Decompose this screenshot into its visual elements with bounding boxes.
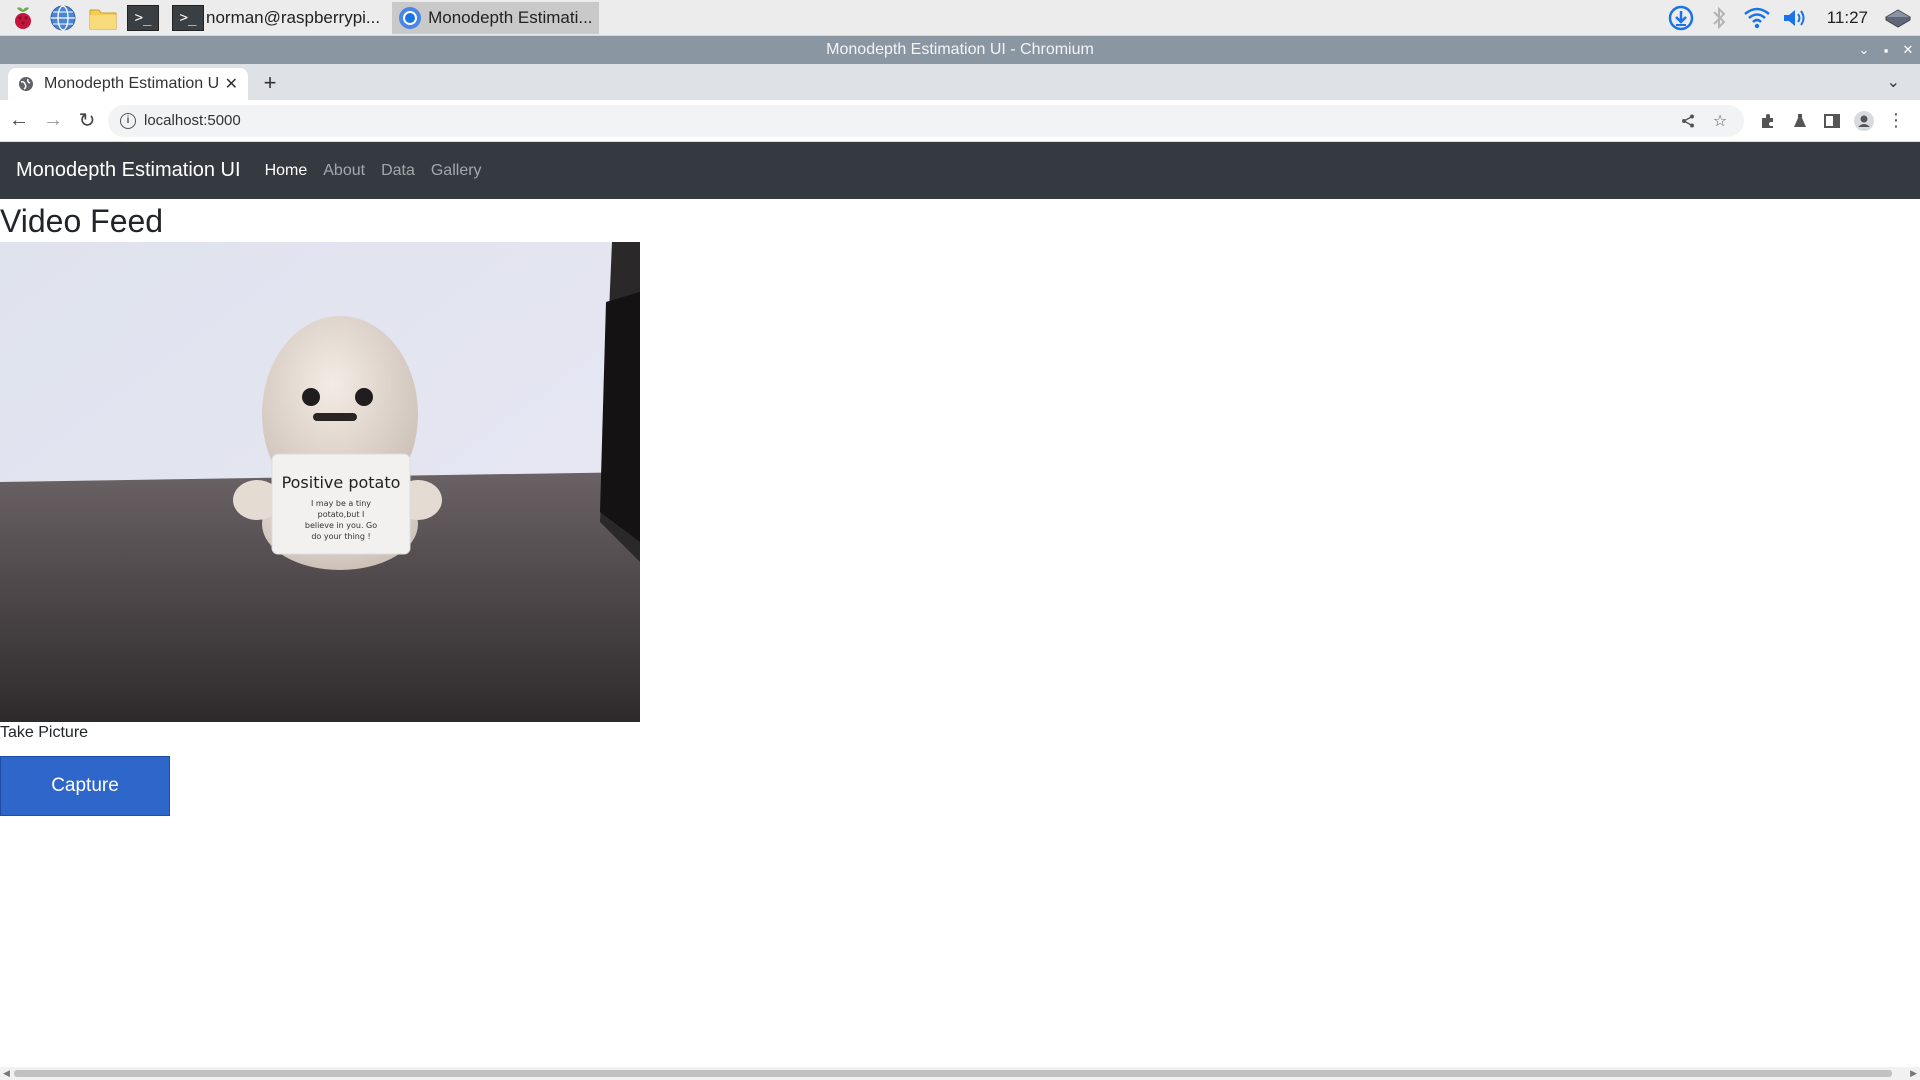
back-icon[interactable]: ← <box>4 106 34 136</box>
take-picture-label: Take Picture <box>0 724 89 741</box>
video-feed: Positive potato I may be a tiny potato,b… <box>0 242 640 722</box>
address-bar[interactable]: i localhost:5000 ☆ <box>108 104 1744 137</box>
chromium-icon <box>399 6 422 29</box>
labs-flask-icon[interactable] <box>1784 106 1816 136</box>
nav-link-about[interactable]: About <box>323 162 365 180</box>
volume-icon[interactable] <box>1779 3 1811 33</box>
close-tab-icon[interactable]: ✕ <box>225 74 238 94</box>
nav-link-data[interactable]: Data <box>381 162 415 180</box>
taskbar-task-terminal[interactable]: >_ norman@raspberrypi... <box>166 2 386 34</box>
url-text[interactable]: localhost:5000 <box>144 112 1668 129</box>
side-panel-icon[interactable] <box>1816 106 1848 136</box>
minimize-icon[interactable]: ⌄ <box>1858 42 1870 58</box>
card-line: believe in you. Go <box>305 521 377 530</box>
taskbar-task-chromium[interactable]: Monodepth Estimati... <box>392 1 599 34</box>
browser-toolbar: ← → ↻ i localhost:5000 ☆ ⋮ <box>0 100 1920 142</box>
nav-link-gallery[interactable]: Gallery <box>431 162 482 180</box>
card-title: Positive potato <box>282 473 401 492</box>
profile-avatar-icon[interactable] <box>1848 106 1880 136</box>
taskbar-task-label: norman@raspberrypi... <box>206 7 381 27</box>
browser-menu-icon[interactable]: ⋮ <box>1880 106 1912 136</box>
terminal-launcher-icon[interactable]: >_ <box>126 3 160 33</box>
card-line: do your thing ! <box>311 532 370 541</box>
forward-icon[interactable]: → <box>38 106 68 136</box>
new-tab-icon[interactable]: + <box>260 70 280 96</box>
navbar-brand[interactable]: Monodepth Estimation UI <box>16 159 241 182</box>
card-line: potato,but I <box>318 510 365 519</box>
window-title: Monodepth Estimation UI - Chromium <box>826 41 1094 58</box>
window-title-bar: Monodepth Estimation UI - Chromium ⌄ ▪ ✕ <box>0 36 1920 64</box>
window-controls: ⌄ ▪ ✕ <box>1848 36 1914 64</box>
reload-icon[interactable]: ↻ <box>72 106 102 136</box>
clock: 11:27 <box>1826 7 1868 27</box>
globe-favicon-icon <box>19 77 33 91</box>
tab-search-icon[interactable]: ⌄ <box>1887 72 1900 92</box>
taskbar-task-label: Monodepth Estimati... <box>428 7 593 27</box>
close-window-icon[interactable]: ✕ <box>1902 42 1914 58</box>
site-info-icon[interactable]: i <box>120 112 136 129</box>
bluetooth-icon[interactable] <box>1703 3 1735 33</box>
tab-title: Monodepth Estimation UI <box>44 75 219 92</box>
web-browser-launcher-icon[interactable] <box>46 3 80 33</box>
extensions-icon[interactable] <box>1752 106 1784 136</box>
page-heading: Video Feed <box>0 203 164 239</box>
site-navbar: Monodepth Estimation UI Home About Data … <box>0 142 1920 199</box>
download-icon[interactable] <box>1665 3 1697 33</box>
eject-drive-icon[interactable] <box>1882 3 1914 33</box>
raspberry-menu-icon[interactable] <box>6 3 40 33</box>
scroll-right-icon[interactable]: ▶ <box>1910 1068 1917 1079</box>
web-page: Monodepth Estimation UI Home About Data … <box>0 142 1920 1067</box>
system-tray: 11:27 <box>1665 0 1920 36</box>
horizontal-scrollbar[interactable]: ◀ ▶ <box>0 1067 1920 1080</box>
card-line: I may be a tiny <box>311 499 371 508</box>
capture-button[interactable]: Capture <box>0 756 170 816</box>
browser-tab[interactable]: Monodepth Estimation UI ✕ <box>8 68 248 100</box>
maximize-icon[interactable]: ▪ <box>1880 43 1892 58</box>
share-icon[interactable] <box>1676 109 1700 133</box>
file-manager-icon[interactable] <box>86 3 120 33</box>
terminal-icon: >_ <box>172 4 204 31</box>
nav-link-home[interactable]: Home <box>265 162 308 180</box>
scroll-left-icon[interactable]: ◀ <box>3 1068 10 1079</box>
tab-strip: Monodepth Estimation UI ✕ + ⌄ <box>0 64 1920 100</box>
scrollbar-thumb[interactable] <box>14 1070 1892 1077</box>
bookmark-star-icon[interactable]: ☆ <box>1708 109 1732 133</box>
os-taskbar: >_ >_ norman@raspberrypi... Monodepth Es… <box>0 0 1920 36</box>
wifi-icon[interactable] <box>1741 3 1773 33</box>
